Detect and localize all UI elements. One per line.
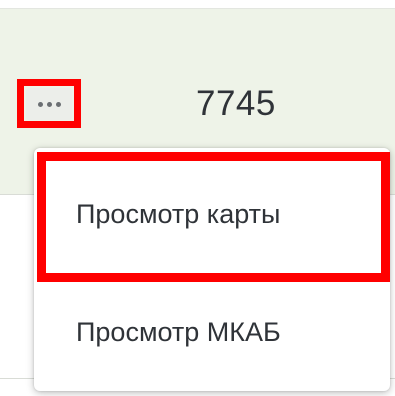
screenshot-stage: 7745 Просмотр карты Просмотр МКАБ [0,0,395,396]
row-actions-button[interactable] [26,88,72,120]
row-number: 7745 [196,84,276,123]
menu-item-view-mkab[interactable]: Просмотр МКАБ [34,282,390,382]
more-horizontal-icon [37,101,61,107]
menu-item-view-card[interactable]: Просмотр карты [34,164,390,264]
row-actions-menu: Просмотр карты Просмотр МКАБ [34,148,390,391]
